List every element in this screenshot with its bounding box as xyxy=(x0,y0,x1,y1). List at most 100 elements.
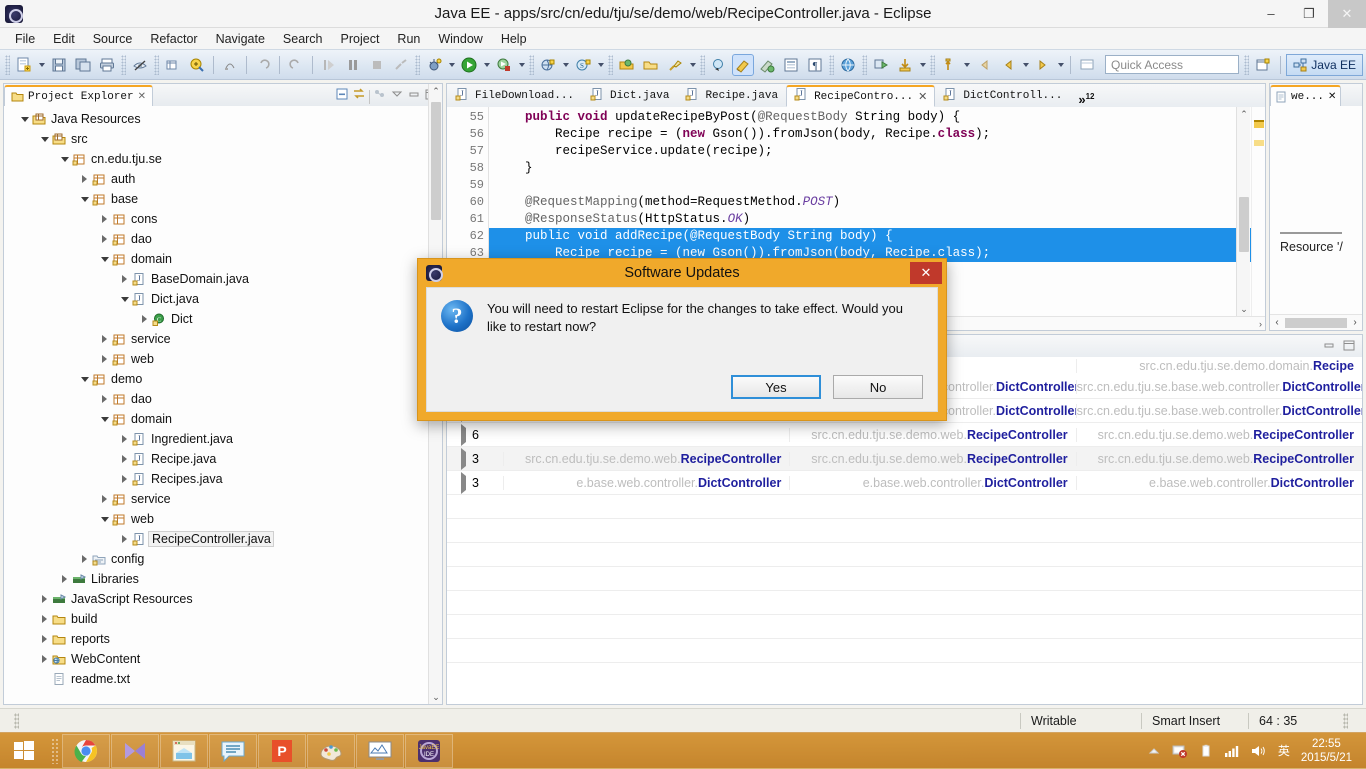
editor-vertical-scrollbar[interactable]: ⌃ ⌄ xyxy=(1236,107,1250,316)
new-dropdown-icon[interactable] xyxy=(36,54,47,76)
link-with-editor-icon[interactable] xyxy=(352,87,366,106)
cpd-row[interactable]: 6src.cn.edu.tju.se.demo.web.RecipeContro… xyxy=(447,423,1362,447)
forward-dropdown-icon[interactable] xyxy=(1055,54,1066,76)
tree-item-dict[interactable]: CDict xyxy=(4,309,442,329)
print-icon[interactable] xyxy=(96,54,118,76)
toolbar-grip-8[interactable] xyxy=(829,55,834,75)
tree-item-basedomain-java[interactable]: JBaseDomain.java xyxy=(4,269,442,289)
tree-item-recipe-java[interactable]: JRecipe.java xyxy=(4,449,442,469)
tree-item-config[interactable]: config xyxy=(4,549,442,569)
tree-item-webcontent[interactable]: WebContent xyxy=(4,649,442,669)
ime-icon[interactable]: 英 xyxy=(1275,742,1293,760)
expand-arrow-icon[interactable] xyxy=(461,428,466,442)
debug-icon[interactable] xyxy=(423,54,445,76)
new-java-class-icon[interactable] xyxy=(186,54,208,76)
expand-arrow-icon[interactable] xyxy=(78,377,91,382)
show-view-icon[interactable] xyxy=(780,54,802,76)
tree-item-auth[interactable]: auth xyxy=(4,169,442,189)
toolbar-grip-6[interactable] xyxy=(608,55,613,75)
web-browser-icon[interactable] xyxy=(837,54,859,76)
battery-icon[interactable] xyxy=(1197,742,1215,760)
no-button[interactable]: No xyxy=(833,375,923,399)
editor-scroll-down-icon[interactable]: ⌄ xyxy=(1237,302,1251,316)
expand-arrow-icon[interactable] xyxy=(98,417,111,422)
run-external-dropdown-icon[interactable] xyxy=(516,54,527,76)
scroll-up-icon[interactable]: ⌃ xyxy=(429,84,443,98)
scroll-right-icon[interactable]: › xyxy=(1348,317,1362,328)
new-server-icon[interactable] xyxy=(537,54,559,76)
collapse-arrow-icon[interactable] xyxy=(98,495,111,503)
menu-edit[interactable]: Edit xyxy=(44,30,84,48)
export-dropdown-icon[interactable] xyxy=(917,54,928,76)
tree-item-ingredient-java[interactable]: JIngredient.java xyxy=(4,429,442,449)
undo-icon[interactable] xyxy=(252,54,274,76)
collapse-arrow-icon[interactable] xyxy=(58,575,71,583)
scroll-left-icon[interactable]: ‹ xyxy=(1270,317,1284,328)
toolbar-grip[interactable] xyxy=(5,55,10,75)
collapse-arrow-icon[interactable] xyxy=(78,175,91,183)
tree-item-reports[interactable]: reports xyxy=(4,629,442,649)
collapse-arrow-icon[interactable] xyxy=(78,555,91,563)
tree-item-service[interactable]: service xyxy=(4,489,442,509)
expand-arrow-icon[interactable] xyxy=(461,452,466,466)
save-all-icon[interactable] xyxy=(72,54,94,76)
taskbar-paint-icon[interactable] xyxy=(307,734,355,768)
toolbar-grip-5[interactable] xyxy=(529,55,534,75)
tree-item-base[interactable]: base xyxy=(4,189,442,209)
new-icon[interactable] xyxy=(13,54,35,76)
editor-tab-dictjava[interactable]: JDict.java xyxy=(582,85,677,107)
tree-item-domain[interactable]: domain xyxy=(4,249,442,269)
web-xml-horizontal-scrollbar[interactable]: ‹ › xyxy=(1270,314,1362,330)
code-line[interactable] xyxy=(489,177,1251,194)
tree-item-build[interactable]: build xyxy=(4,609,442,629)
expand-arrow-icon[interactable] xyxy=(78,197,91,202)
last-edit-location-icon[interactable] xyxy=(938,54,960,76)
scroll-thumb[interactable] xyxy=(431,102,441,220)
tree-item-src[interactable]: src xyxy=(4,129,442,149)
menu-file[interactable]: File xyxy=(6,30,44,48)
tab-web-xml[interactable]: we... ✕ xyxy=(1270,85,1341,106)
close-icon[interactable]: ✕ xyxy=(1328,91,1336,103)
collapse-arrow-icon[interactable] xyxy=(138,315,151,323)
collapse-arrow-icon[interactable] xyxy=(118,435,131,443)
code-line[interactable]: @ResponseStatus(HttpStatus.OK) xyxy=(489,211,1251,228)
forward-back-icon[interactable] xyxy=(997,54,1019,76)
tree-item-readme-txt[interactable]: readme.txt xyxy=(4,669,442,689)
cpd-row[interactable]: 3e.base.web.controller.DictControllere.b… xyxy=(447,471,1362,495)
toggle-mark-occurrences-icon[interactable] xyxy=(129,54,151,76)
close-button[interactable]: ✕ xyxy=(1328,0,1366,28)
tree-item-dict-java[interactable]: JDict.java xyxy=(4,289,442,309)
collapse-arrow-icon[interactable] xyxy=(38,615,51,623)
editor-tab-recipejava[interactable]: JRecipe.java xyxy=(677,85,786,107)
tree-item-dao[interactable]: dao xyxy=(4,389,442,409)
code-line[interactable]: @RequestMapping(method=RequestMethod.POS… xyxy=(489,194,1251,211)
volume-icon[interactable] xyxy=(1249,742,1267,760)
cpd-cell-3[interactable]: src.cn.edu.tju.se.base.web.controller.Di… xyxy=(1076,404,1362,418)
editor-scroll-up-icon[interactable]: ⌃ xyxy=(1237,107,1251,121)
perspective-java-ee[interactable]: Java EE xyxy=(1286,54,1363,76)
ruler-marker-warning[interactable] xyxy=(1254,120,1264,128)
perspective-grip[interactable] xyxy=(1244,55,1249,75)
scroll-thumb[interactable] xyxy=(1285,318,1347,328)
chevron-down-icon[interactable] xyxy=(390,87,404,106)
expand-arrow-icon[interactable] xyxy=(98,257,111,262)
collapse-arrow-icon[interactable] xyxy=(98,395,111,403)
yes-button[interactable]: Yes xyxy=(731,375,821,399)
editor-tab-dictcontroll[interactable]: JDictControll... xyxy=(935,85,1070,107)
minimize-button[interactable]: – xyxy=(1252,0,1290,28)
windows-start-icon[interactable] xyxy=(0,733,48,769)
menu-source[interactable]: Source xyxy=(84,30,142,48)
redo-icon[interactable] xyxy=(285,54,307,76)
project-tree[interactable]: Java Resourcessrccn.edu.tju.seauthbaseco… xyxy=(4,106,442,704)
save-icon[interactable] xyxy=(48,54,70,76)
maximize-icon[interactable] xyxy=(1342,338,1356,357)
cpd-cell-3[interactable]: src.cn.edu.tju.se.demo.web.RecipeControl… xyxy=(1076,428,1362,442)
step-over-icon[interactable] xyxy=(219,54,241,76)
open-perspective-icon[interactable] xyxy=(1252,54,1274,76)
publish-icon[interactable] xyxy=(870,54,892,76)
collapse-arrow-icon[interactable] xyxy=(98,235,111,243)
svn-dropdown-icon[interactable] xyxy=(595,54,606,76)
taskbar-powerpoint-icon[interactable]: P xyxy=(258,734,306,768)
forward-icon[interactable] xyxy=(1032,54,1054,76)
cpd-cell-2[interactable]: e.base.web.controller.DictController xyxy=(789,476,1075,490)
